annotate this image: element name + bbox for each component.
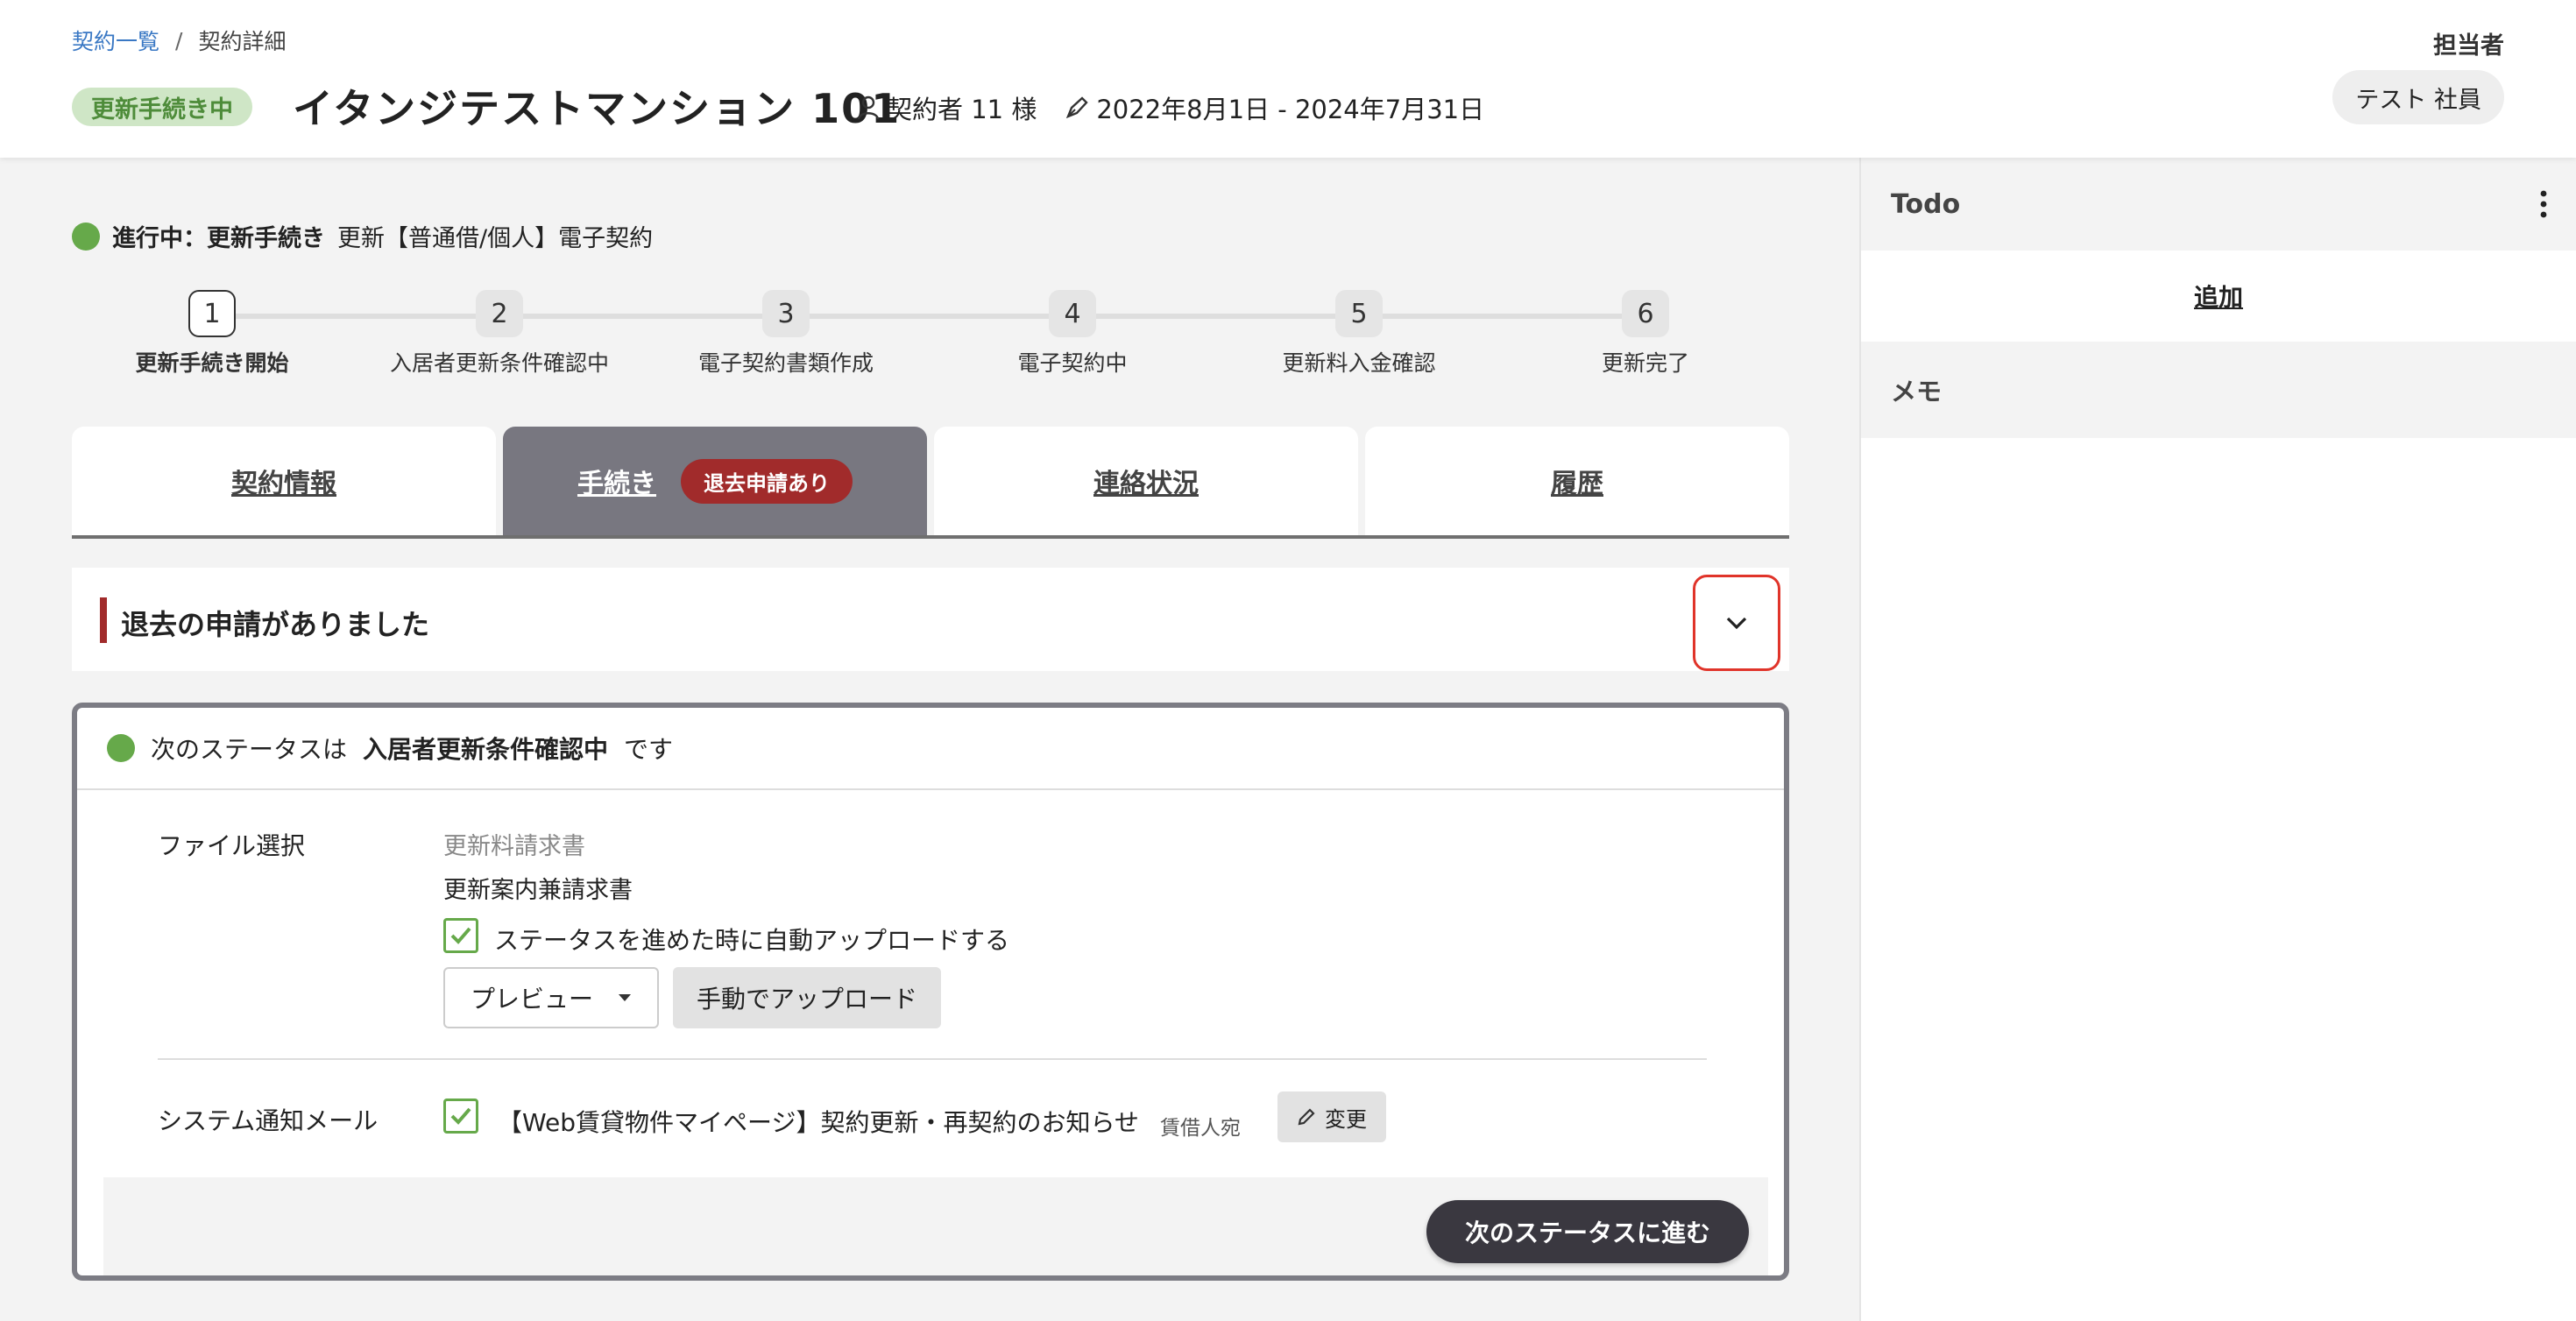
file-select-label: ファイル選択 bbox=[158, 831, 306, 860]
breadcrumb-contract-list-link[interactable]: 契約一覧 bbox=[72, 25, 159, 56]
tab-history[interactable]: 履歴 bbox=[1365, 427, 1789, 535]
tab-label: 履歴 bbox=[1551, 469, 1603, 499]
status-dot bbox=[107, 734, 135, 762]
system-mail-label: システム通知メール bbox=[158, 1106, 379, 1135]
tab-label: 手続き bbox=[577, 469, 656, 499]
step-label: 電子契約中 bbox=[1017, 350, 1128, 376]
manual-upload-button[interactable]: 手動でアップロード bbox=[673, 967, 941, 1028]
step-number: 6 bbox=[1622, 290, 1669, 337]
step-label: 入居者更新条件確認中 bbox=[389, 350, 609, 376]
contractor-text: 契約者 11 様 bbox=[887, 95, 1037, 124]
step-label: 更新完了 bbox=[1601, 350, 1689, 376]
period-text: 2022年8月1日 - 2024年7月31日 bbox=[1096, 95, 1485, 124]
check-icon bbox=[450, 927, 471, 944]
step-1: 1 更新手続き開始 bbox=[72, 285, 352, 378]
todo-title: Todo bbox=[1891, 188, 1961, 220]
breadcrumb-separator: / bbox=[175, 27, 183, 53]
step-6: 6 更新完了 bbox=[1505, 285, 1786, 378]
person-icon bbox=[857, 95, 880, 120]
move-out-badge: 退去申請あり bbox=[681, 458, 853, 504]
step-label: 更新手続き開始 bbox=[135, 350, 289, 376]
next-status-card: 次のステータスは 入居者更新条件確認中 です ファイル選択 更新料請求書 更新案… bbox=[72, 703, 1789, 1281]
memo-header: メモ bbox=[1861, 342, 2576, 438]
step-label: 更新料入金確認 bbox=[1282, 350, 1436, 376]
todo-header: Todo bbox=[1861, 158, 2576, 251]
edit-mail-button[interactable]: 変更 bbox=[1277, 1091, 1386, 1142]
progress-status-prefix: 進行中：更新手続き bbox=[112, 225, 325, 252]
step-number: 5 bbox=[1335, 290, 1383, 337]
card-footer: 次のステータスに進む bbox=[103, 1177, 1768, 1275]
move-out-alert: 退去の申請がありました bbox=[72, 568, 1789, 671]
alert-accent-bar bbox=[100, 597, 107, 643]
status-dot bbox=[72, 222, 100, 251]
todo-add-link[interactable]: 追加 bbox=[1861, 251, 2576, 342]
next-status-prefix: 次のステータスは bbox=[151, 735, 348, 764]
step-indicator: 1 更新手続き開始 2 入居者更新条件確認中 3 電子契約書類作成 4 電子契約… bbox=[72, 285, 1789, 381]
step-2: 2 入居者更新条件確認中 bbox=[359, 285, 640, 378]
breadcrumb: 契約一覧 / 契約詳細 bbox=[72, 25, 286, 56]
expand-toggle-button[interactable] bbox=[1693, 575, 1780, 671]
status-badge: 更新手続き中 bbox=[72, 88, 252, 126]
preview-label: プレビュー bbox=[470, 985, 593, 1014]
step-number: 4 bbox=[1049, 290, 1096, 337]
tab-bar: 契約情報 手続き 退去申請あり 連絡状況 履歴 bbox=[72, 427, 1789, 539]
mail-recipient: 賃借人宛 bbox=[1160, 1117, 1241, 1140]
file-option-renewal-fee[interactable]: 更新料請求書 bbox=[443, 827, 585, 861]
step-number: 3 bbox=[762, 290, 810, 337]
progress-status: 進行中：更新手続き 更新【普通借/個人】電子契約 bbox=[72, 219, 653, 253]
tab-label: 連絡状況 bbox=[1093, 469, 1199, 499]
more-vertical-icon[interactable] bbox=[2539, 190, 2548, 218]
pencil-icon bbox=[1298, 1108, 1315, 1126]
mail-title: 【Web賃貸物件マイページ】契約更新・再契約のお知らせ bbox=[498, 1108, 1139, 1137]
next-status-header: 次のステータスは 入居者更新条件確認中 です bbox=[77, 708, 1784, 790]
step-number: 1 bbox=[188, 290, 236, 337]
step-5: 5 更新料入金確認 bbox=[1219, 285, 1499, 378]
system-mail-checkbox[interactable] bbox=[443, 1098, 478, 1134]
edit-label: 変更 bbox=[1325, 1106, 1367, 1132]
step-number: 2 bbox=[476, 290, 523, 337]
next-status-name: 入居者更新条件確認中 bbox=[363, 735, 609, 764]
assignee-label: 担当者 bbox=[2433, 32, 2504, 60]
alert-text: 退去の申請がありました bbox=[121, 608, 430, 641]
file-option-renewal-guide[interactable]: 更新案内兼請求書 bbox=[443, 871, 633, 905]
assignee-chip[interactable]: テスト 社員 bbox=[2332, 70, 2504, 124]
tab-label: 契約情報 bbox=[231, 469, 336, 499]
progress-status-detail: 更新【普通借/個人】電子契約 bbox=[337, 225, 654, 252]
tab-procedure[interactable]: 手続き 退去申請あり bbox=[503, 427, 927, 535]
preview-dropdown-button[interactable]: プレビュー bbox=[443, 967, 659, 1028]
step-4: 4 電子契約中 bbox=[932, 285, 1213, 378]
step-label: 電子契約書類作成 bbox=[697, 350, 874, 376]
chevron-down-icon bbox=[1726, 617, 1747, 630]
auto-upload-checkbox[interactable] bbox=[443, 918, 478, 953]
divider bbox=[158, 1058, 1707, 1060]
check-icon bbox=[450, 1107, 471, 1125]
page-header: 契約一覧 / 契約詳細 更新手続き中 イタンジテストマンション 101 契約者 … bbox=[0, 0, 2576, 158]
tab-contract-info[interactable]: 契約情報 bbox=[72, 427, 496, 535]
next-status-button[interactable]: 次のステータスに進む bbox=[1426, 1200, 1749, 1263]
side-panel: Todo 追加 メモ bbox=[1859, 158, 2576, 1321]
step-3: 3 電子契約書類作成 bbox=[646, 285, 926, 378]
contract-meta: 契約者 11 様 2022年8月1日 - 2024年7月31日 bbox=[857, 89, 1484, 126]
tab-contact-status[interactable]: 連絡状況 bbox=[934, 427, 1358, 535]
contractor-info: 契約者 11 様 bbox=[857, 89, 1037, 126]
page-title: イタンジテストマンション 101 bbox=[293, 85, 902, 132]
period-info: 2022年8月1日 - 2024年7月31日 bbox=[1065, 89, 1484, 126]
next-status-suffix: です bbox=[624, 735, 674, 764]
pen-icon bbox=[1066, 96, 1089, 119]
auto-upload-label: ステータスを進めた時に自動アップロードする bbox=[494, 926, 1010, 955]
breadcrumb-current: 契約詳細 bbox=[198, 29, 287, 54]
main-content: 進行中：更新手続き 更新【普通借/個人】電子契約 1 更新手続き開始 2 入居者… bbox=[0, 158, 1859, 1321]
caret-down-icon bbox=[619, 994, 631, 1001]
